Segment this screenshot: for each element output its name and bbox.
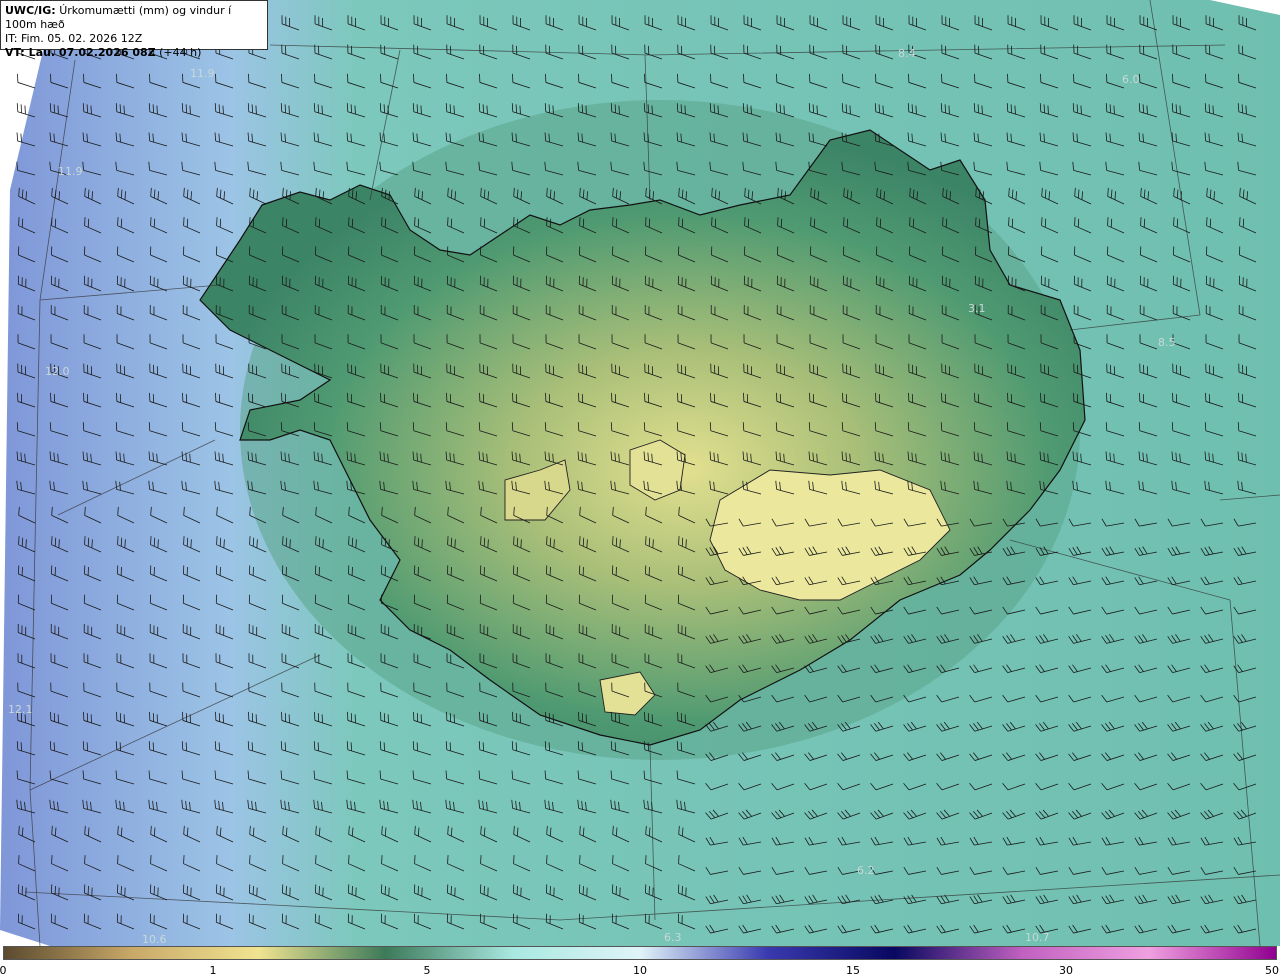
- point-value-label: 12.0: [45, 365, 70, 378]
- colorbar-tick-label: 5: [423, 964, 431, 977]
- point-value-label: 8.5: [1158, 336, 1176, 349]
- point-value-label: 10.6: [142, 933, 167, 946]
- title-line: UWC/IG: Úrkomumætti (mm) og vindur í 100…: [5, 4, 263, 32]
- colorbar-strip: [3, 946, 1277, 960]
- point-value-label: 11.9: [58, 165, 83, 178]
- point-value-label: 10.7: [1025, 931, 1050, 944]
- point-value-label: 6.2: [857, 864, 875, 877]
- colorbar-tick-label: 0: [0, 964, 7, 977]
- model-name: UWC/IG:: [5, 4, 56, 17]
- point-value-label: 6.0: [1122, 73, 1140, 86]
- colorbar-tick-label: 1: [209, 964, 217, 977]
- colorbar: 0 1 5 10 15 30 50: [0, 946, 1280, 978]
- point-value-label: 6.3: [664, 931, 682, 944]
- map-canvas: 11.9 11.9 12.0 12.1 6.0 3.1 6.2 6.3 10.6 10.7 8.4 8…: [0, 0, 1280, 947]
- initial-time: IT: Fim. 05. 02. 2026 12Z: [5, 32, 143, 45]
- header-info-box: UWC/IG: Úrkomumætti (mm) og vindur í 100…: [0, 0, 268, 59]
- point-value-label: 12.1: [8, 703, 33, 716]
- valid-time: VT: Lau. 07.02.2026 08Z: [5, 46, 156, 59]
- wind-barb: [17, 73, 36, 89]
- point-value-label: 11.9: [190, 67, 215, 80]
- colorbar-tick-label: 10: [633, 964, 647, 977]
- weather-map: 11.9 11.9 12.0 12.1 6.0 3.1 6.2 6.3 10.6 10.7 8.4 8…: [0, 0, 1280, 947]
- point-value-label: 8.4: [898, 47, 916, 60]
- valid-time-line: VT: Lau. 07.02.2026 08Z (+44 h): [5, 46, 263, 60]
- point-value-label: 3.1: [968, 302, 986, 315]
- colorbar-tick-label: 50: [1265, 964, 1279, 977]
- colorbar-tick-label: 15: [846, 964, 860, 977]
- forecast-offset: (+44 h): [159, 46, 202, 59]
- colorbar-tick-label: 30: [1059, 964, 1073, 977]
